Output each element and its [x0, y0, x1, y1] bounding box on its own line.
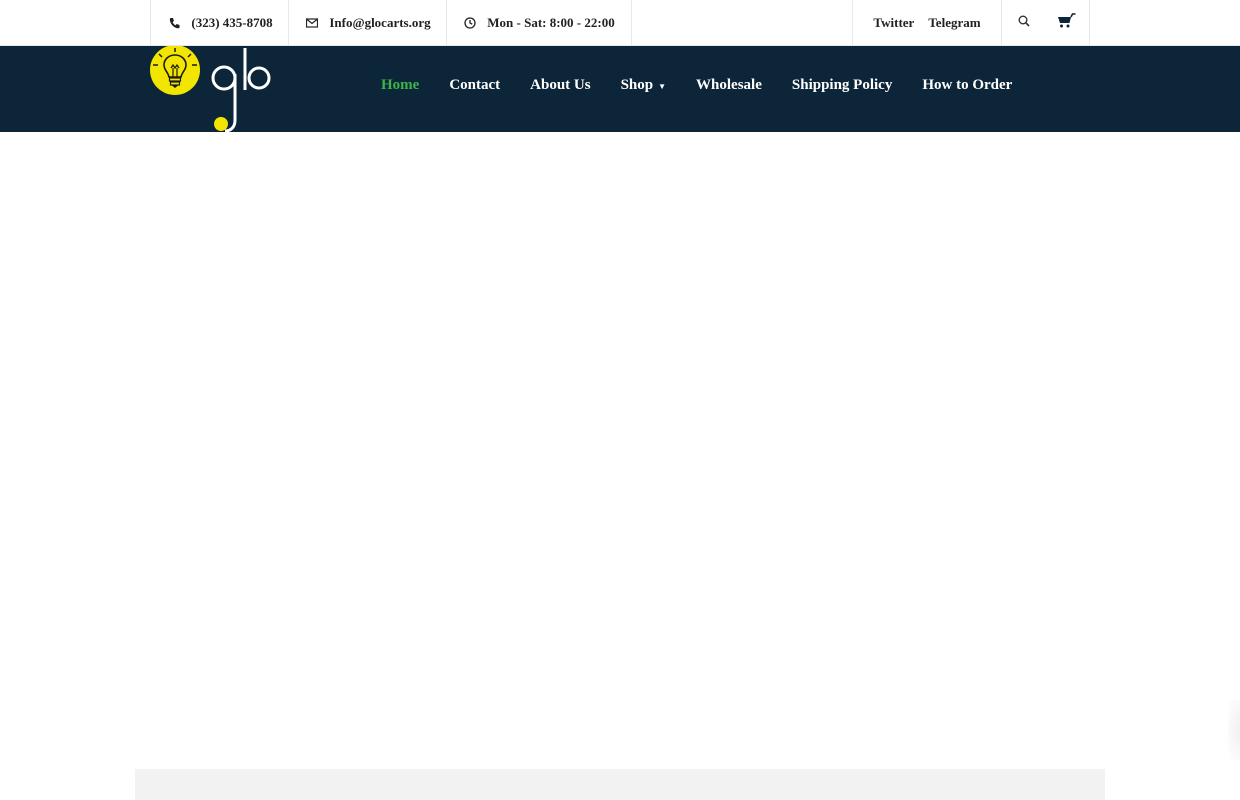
scroll-edge-shadow	[1228, 700, 1240, 760]
nav-item-contact[interactable]: Contact	[434, 77, 515, 94]
nav-item-about-us[interactable]: About Us	[515, 77, 605, 94]
footer-strip	[135, 769, 1105, 800]
top-bar: (323) 435-8708 Info@glocarts.org Mon - S…	[0, 0, 1240, 46]
search-button[interactable]	[1010, 9, 1038, 37]
hours-text: Mon - Sat: 8:00 - 22:00	[487, 14, 615, 30]
nav-item-wholesale[interactable]: Wholesale	[681, 77, 777, 94]
nav-item-how-to-order[interactable]: How to Order	[907, 77, 1027, 94]
email-address: Info@glocarts.org	[329, 14, 431, 30]
nav-label-contact: Contact	[449, 76, 501, 93]
phone-number: (323) 435-8708	[191, 14, 273, 30]
nav-item-shop[interactable]: Shop ▼	[606, 77, 681, 94]
primary-menu: Home Contact About Us Shop ▼ Wholesale S…	[366, 46, 1027, 124]
business-hours: Mon - Sat: 8:00 - 22:00	[446, 0, 632, 45]
nav-label-wholesale: Wholesale	[696, 76, 762, 93]
search-icon	[1018, 15, 1030, 31]
main-content-area	[0, 132, 1240, 769]
clock-icon	[463, 16, 477, 30]
email-contact[interactable]: Info@glocarts.org	[288, 0, 447, 45]
nav-label-how-to-order: How to Order	[922, 76, 1013, 93]
nav-label-home: Home	[381, 76, 420, 93]
chevron-down-icon: ▼	[658, 81, 667, 91]
nav-label-shipping-policy: Shipping Policy	[791, 76, 893, 93]
twitter-link[interactable]: Twitter	[873, 15, 914, 31]
cart-icon	[1057, 12, 1077, 33]
envelope-icon	[305, 16, 319, 30]
social-links: Twitter Telegram	[852, 0, 1002, 45]
cart-button[interactable]	[1053, 9, 1081, 37]
phone-icon	[167, 16, 181, 30]
phone-contact[interactable]: (323) 435-8708	[150, 0, 289, 45]
site-logo[interactable]	[150, 45, 272, 133]
nav-item-home[interactable]: Home	[366, 77, 434, 94]
nav-item-shipping-policy[interactable]: Shipping Policy	[777, 77, 907, 94]
telegram-link[interactable]: Telegram	[928, 15, 980, 31]
main-navigation-bar: Home Contact About Us Shop ▼ Wholesale S…	[0, 45, 1240, 133]
nav-label-about-us: About Us	[530, 76, 591, 93]
header-tools	[1001, 0, 1090, 45]
nav-label-shop: Shop	[620, 76, 654, 93]
